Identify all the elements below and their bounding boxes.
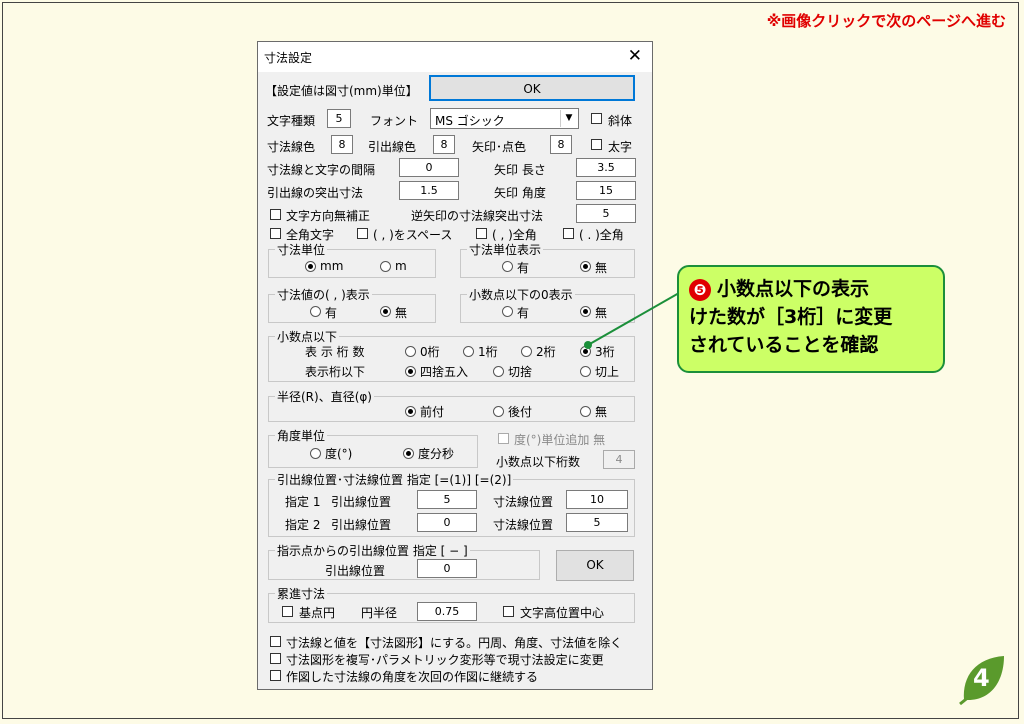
callout-line-1: ❺ 小数点以下の表示 xyxy=(689,275,933,303)
callout-line-3: されていることを確認 xyxy=(689,334,879,356)
callout-line-1-text: 小数点以下の表示 xyxy=(717,278,870,300)
page-number-leaf: 4 xyxy=(958,654,1006,706)
callout-connector-dot xyxy=(584,341,592,349)
callout-line-2: けた数が［3桁］に変更 xyxy=(689,306,893,328)
callout-box: ❺ 小数点以下の表示 けた数が［3桁］に変更 されていることを確認 xyxy=(677,265,945,373)
step-number-badge: ❺ xyxy=(689,278,711,301)
page-number: 4 xyxy=(973,664,990,692)
